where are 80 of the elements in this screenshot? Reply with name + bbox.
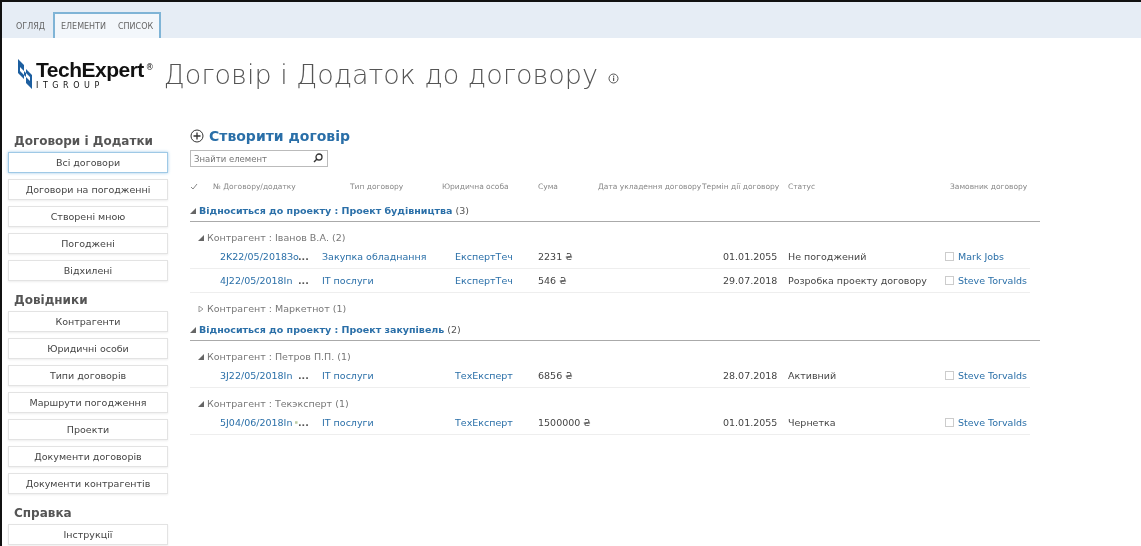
sidebar-heading: Справка [13, 505, 73, 522]
sidebar-item[interactable]: Контрагенти [8, 311, 168, 332]
customer-link[interactable]: Steve Torvalds [958, 417, 1028, 428]
table-cell[interactable]: IT послуги [322, 275, 455, 286]
sidebar-item[interactable]: Документи контрагентів [8, 473, 168, 494]
customer-link[interactable]: Steve Torvalds [958, 370, 1028, 381]
subgroup-header[interactable]: Контрагент : Петров П.П. (1) [207, 351, 351, 362]
table-cell-text: Розробка проекту договору [788, 275, 928, 286]
table-cell[interactable]: IT послуги [322, 417, 455, 428]
sidebar-heading: Договори і Додатки [13, 133, 154, 150]
sidebar-item[interactable]: Типи договорів [8, 365, 168, 386]
table-cell[interactable]: ТехЕксперт [455, 370, 538, 381]
contract-number-link[interactable]: 3J22/05/2018In [220, 370, 293, 381]
sidebar-item[interactable]: Маршрути погодження [8, 392, 168, 413]
table-cell-text: 29.07.2018 [723, 275, 779, 286]
group-header[interactable]: Відноситься до проекту : Проект будівництва [199, 205, 453, 216]
sidebar-item[interactable]: Інструкції [8, 524, 168, 545]
group-count: (3) [455, 205, 469, 216]
table-cell-text: Активний [788, 370, 838, 381]
check-icon[interactable] [190, 182, 198, 190]
registered-mark: ® [145, 63, 154, 72]
table-cell-text: 1500000 ₴ [538, 417, 592, 428]
sidebar-item[interactable]: Погоджені [8, 233, 168, 254]
expanded-arrow-icon[interactable] [190, 207, 196, 214]
group-count: (2) [447, 324, 461, 335]
contract-number-link[interactable]: 5J04/06/2018In [220, 417, 293, 428]
sidebar-item[interactable]: Договори на погодженні [8, 179, 168, 200]
contract-number-link[interactable]: 2K22/05/2018Зо [220, 251, 299, 262]
item-menu-button[interactable]: ... [298, 417, 322, 428]
search-icon[interactable] [313, 153, 323, 163]
create-link[interactable]: Створити договір [190, 128, 351, 144]
table-cell-text: 28.07.2018 [723, 370, 779, 381]
item-menu-button[interactable]: ... [298, 251, 322, 262]
presence-icon [945, 371, 954, 380]
subgroup-header[interactable]: Контрагент : Текэксперт (1) [207, 398, 349, 409]
presence-icon [945, 418, 954, 427]
contract-number-link[interactable]: 4J22/05/2018In [220, 275, 293, 286]
table-cell-text: 546 ₴ [538, 275, 568, 286]
sidebar-item[interactable]: Всі договори [8, 152, 168, 173]
table-cell[interactable]: ТехЕксперт [455, 417, 538, 428]
table-cell[interactable]: Закупка обладнання [322, 251, 455, 262]
page-title: Договір і Додаток до договору [163, 58, 598, 90]
customer-link[interactable]: Steve Torvalds [958, 275, 1028, 286]
item-menu-button[interactable]: ... [298, 370, 322, 381]
table-cell[interactable]: ЕкспертТеч [455, 275, 538, 286]
sidebar-item[interactable]: Юридичні особи [8, 338, 168, 359]
table-cell-text: Чернетка [788, 417, 837, 428]
add-icon[interactable] [190, 129, 204, 143]
subgroup-header[interactable]: Контрагент : Іванов В.А. (2) [207, 232, 346, 243]
sidebar-item[interactable]: Проекти [8, 419, 168, 440]
table-cell-text: 6856 ₴ [538, 370, 574, 381]
info-icon[interactable] [607, 72, 619, 84]
sidebar-heading: Довідники [13, 292, 89, 309]
table-cell-text: Не погоджений [788, 251, 868, 262]
logo-icon [16, 57, 34, 91]
sidebar-item[interactable]: Документи договорів [8, 446, 168, 467]
expanded-arrow-icon[interactable] [198, 353, 204, 360]
logo-tagline: I T G R O U P [36, 81, 102, 90]
collapsed-arrow-icon[interactable] [198, 305, 204, 312]
table-cell[interactable]: ЕкспертТеч [455, 251, 538, 262]
subgroup-header[interactable]: Контрагент : Маркетнот (1) [207, 303, 347, 314]
table-cell-text: 01.01.2055 [723, 251, 779, 262]
item-menu-button[interactable]: ... [298, 275, 322, 286]
search-field[interactable]: Знайти елемент [190, 150, 328, 167]
table-cell-text: 01.01.2055 [723, 417, 779, 428]
sidebar-item[interactable]: Відхилені [8, 260, 168, 281]
ribbon-tab[interactable]: ОГЛЯД [10, 14, 51, 38]
ribbon-tab[interactable]: ЕЛЕМЕНТИ [55, 14, 112, 38]
logo-text: TechExpert [36, 58, 144, 81]
table-cell[interactable]: IT послуги [322, 370, 455, 381]
customer-link[interactable]: Mark Jobs [958, 251, 1005, 262]
expanded-arrow-icon[interactable] [190, 326, 196, 333]
sidebar-item[interactable]: Створені мною [8, 206, 168, 227]
expanded-arrow-icon[interactable] [198, 234, 204, 241]
expanded-arrow-icon[interactable] [198, 400, 204, 407]
presence-icon [945, 252, 954, 261]
presence-icon [945, 276, 954, 285]
group-header[interactable]: Відноситься до проекту : Проект закупівель [199, 324, 445, 335]
ribbon-tab[interactable]: СПИСОК [111, 14, 160, 38]
table-cell-text: 2231 ₴ [538, 251, 574, 262]
